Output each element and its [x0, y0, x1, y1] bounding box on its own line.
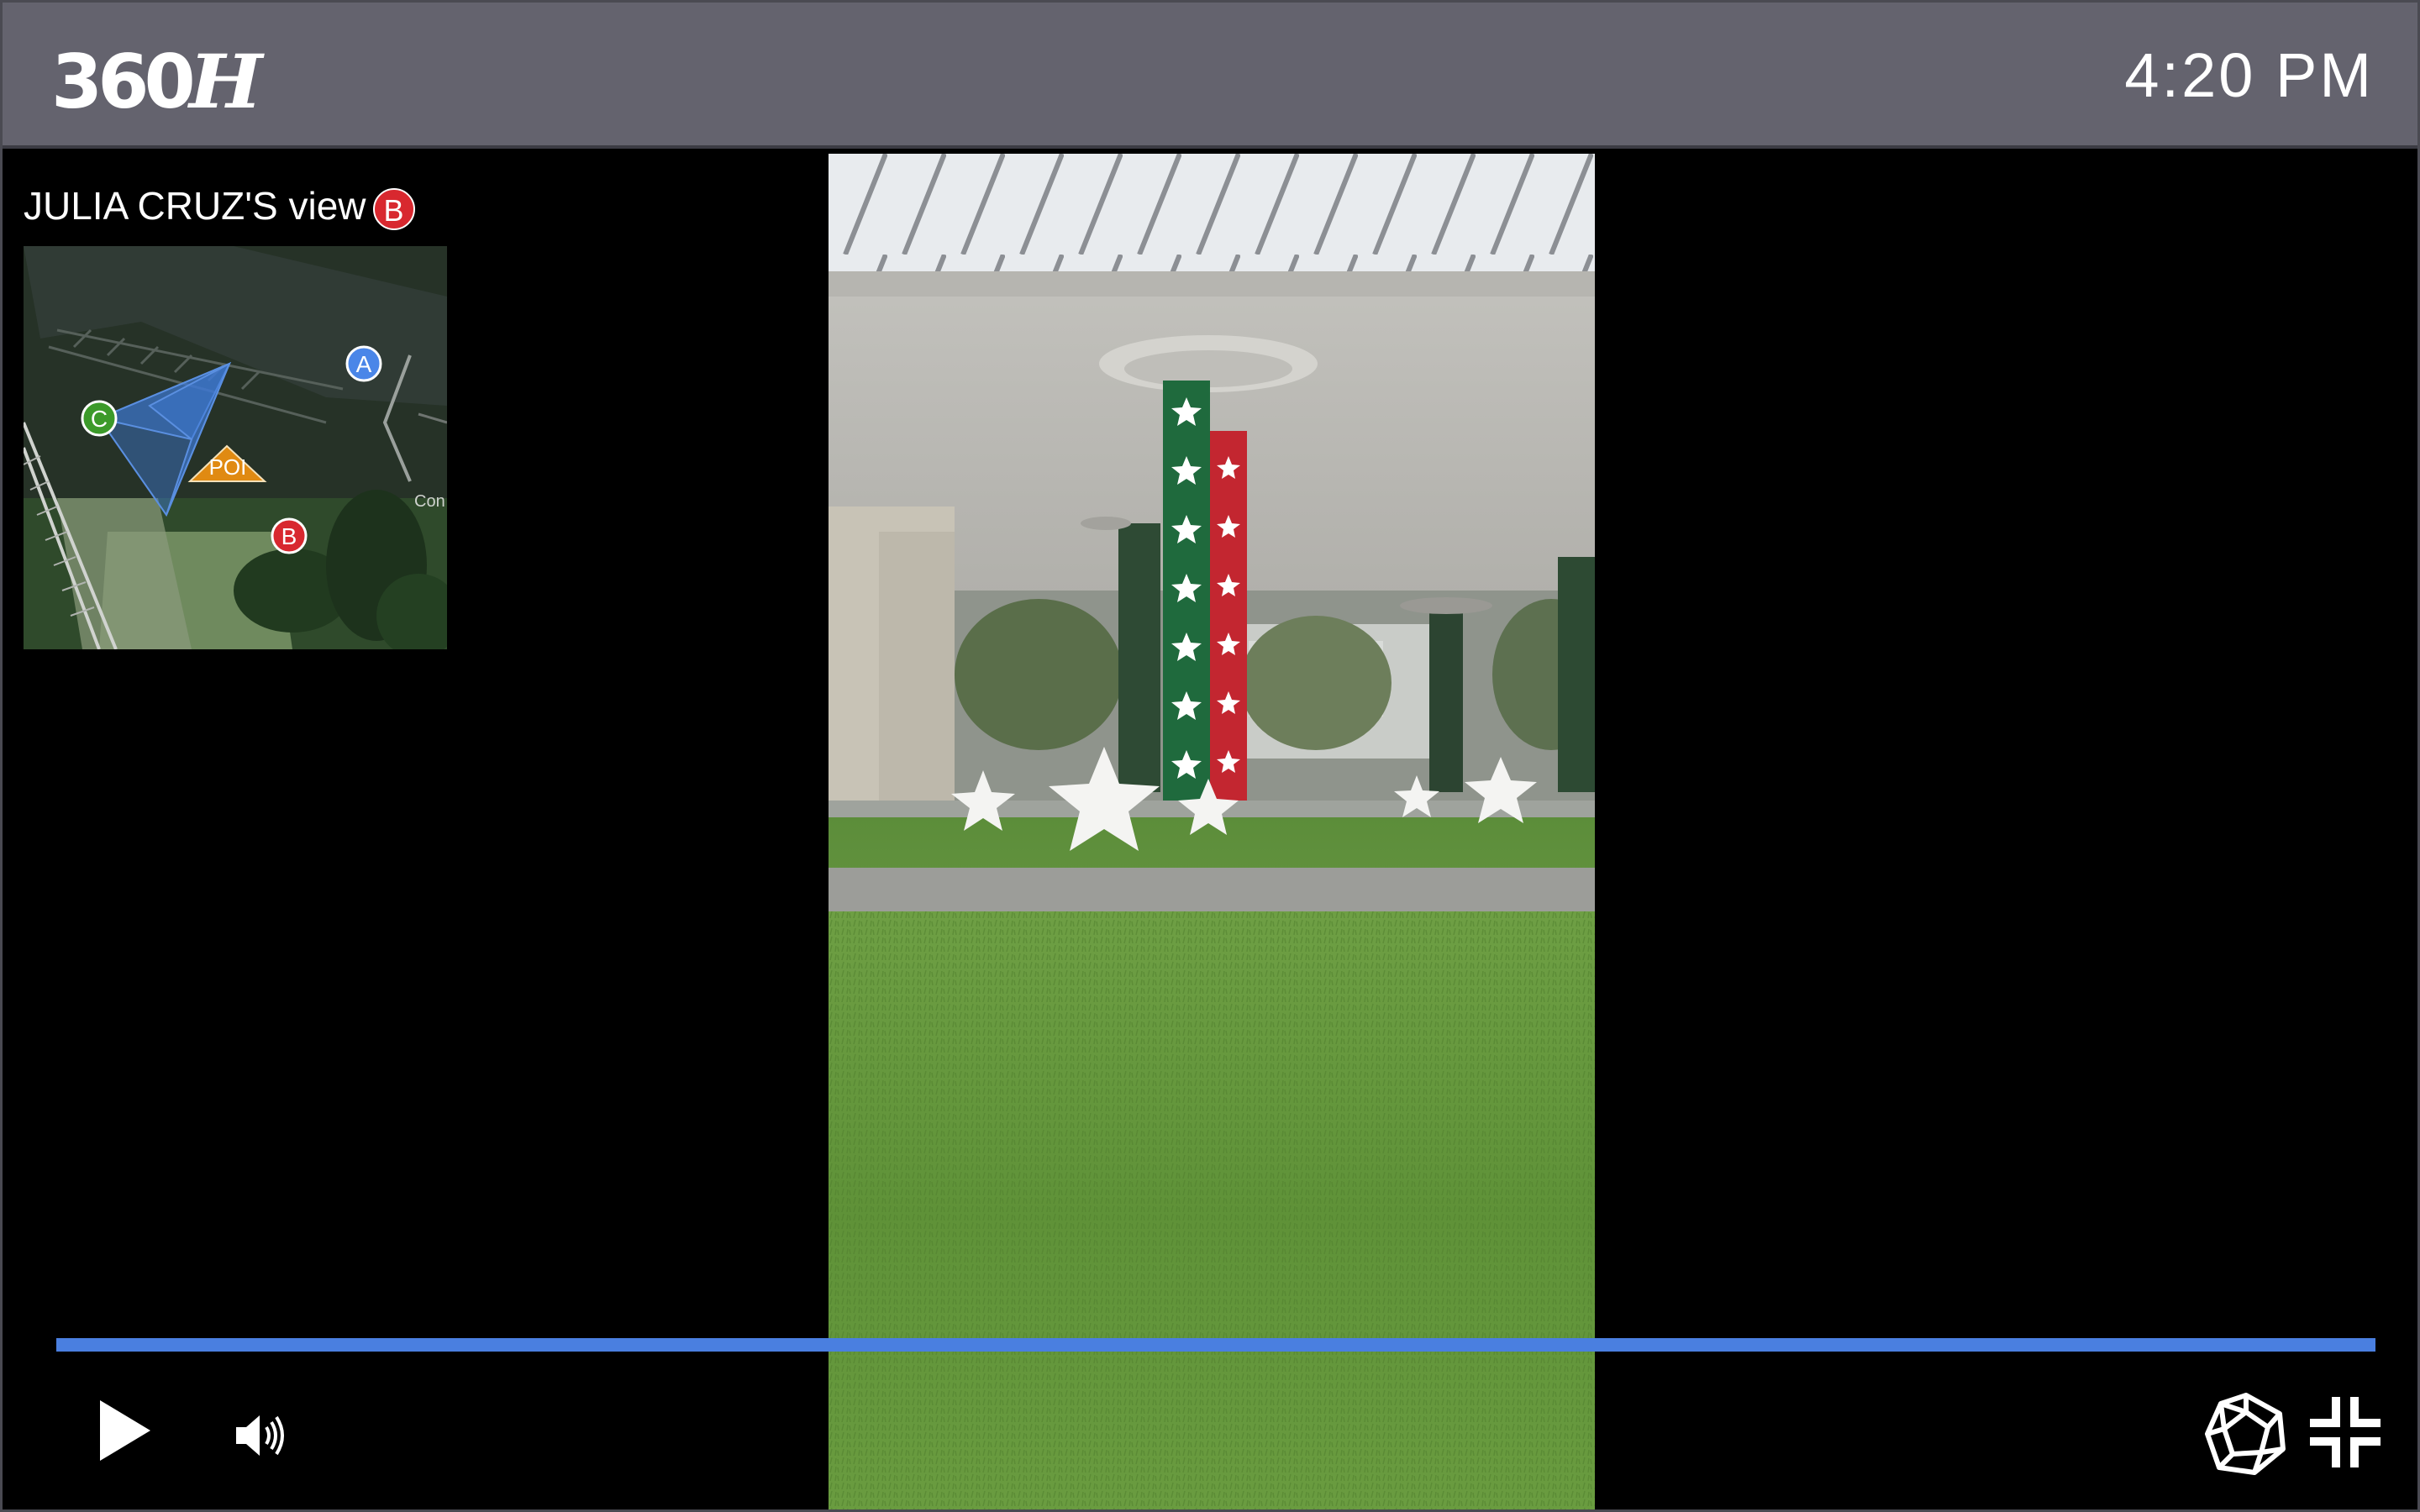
- volume-icon: [236, 1415, 284, 1456]
- exit-fullscreen-button[interactable]: [2310, 1397, 2381, 1467]
- viewer-label: JULIA CRUZ'S view B: [24, 181, 415, 231]
- exit-fullscreen-icon: [2310, 1397, 2381, 1467]
- viewer-name: JULIA CRUZ'S view: [24, 184, 366, 228]
- app-logo: 360H: [51, 38, 262, 125]
- poi-label: POI: [209, 454, 247, 480]
- logo-mark: H: [188, 38, 262, 125]
- camera-marker-c: C: [81, 400, 118, 437]
- video-scene: [829, 154, 1595, 1509]
- clock-display: 4:20 PM: [2124, 40, 2374, 110]
- vr-sphere-icon: [2205, 1393, 2286, 1475]
- svg-text:C: C: [91, 406, 108, 432]
- play-button[interactable]: [95, 1397, 154, 1464]
- minimap[interactable]: Con POI A C B: [24, 246, 447, 649]
- svg-text:A: A: [356, 351, 372, 377]
- logo-text: 360: [51, 39, 196, 125]
- vr-mode-button[interactable]: [2202, 1390, 2290, 1478]
- active-camera-badge: B: [372, 187, 415, 230]
- map-label-text: Con: [414, 492, 445, 511]
- minimap-canvas: Con POI A C B: [24, 246, 447, 649]
- volume-button[interactable]: [234, 1410, 290, 1461]
- video-player-app: 360H 4:20 PM JULIA CRUZ'S view B Con POI…: [0, 0, 2420, 1512]
- camera-marker-b: B: [271, 517, 308, 554]
- video-frame[interactable]: [829, 154, 1595, 1509]
- svg-text:B: B: [281, 523, 297, 549]
- progress-fill: [56, 1338, 2375, 1352]
- play-icon: [100, 1400, 150, 1461]
- video-stage[interactable]: JULIA CRUZ'S view B Con POI A C B: [3, 149, 2417, 1509]
- top-bar: 360H 4:20 PM: [3, 3, 2417, 149]
- camera-marker-a: A: [345, 345, 382, 382]
- progress-bar[interactable]: [56, 1338, 2375, 1352]
